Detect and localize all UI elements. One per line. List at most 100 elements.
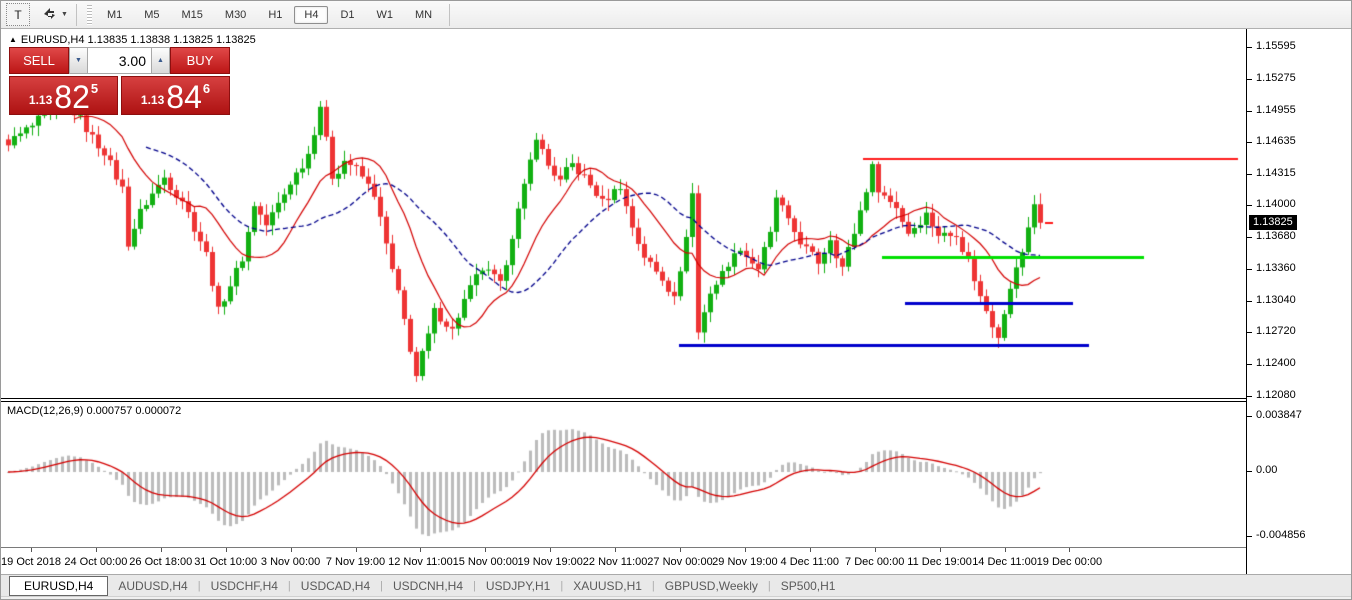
price-tick-label: 1.14635: [1256, 135, 1296, 148]
buy-price-main: 84: [166, 79, 202, 115]
time-label: 12 Nov 11:00: [388, 556, 453, 568]
time-label: 26 Oct 18:00: [129, 556, 193, 568]
time-axis[interactable]: 19 Oct 2018 24 Oct 00:00 26 Oct 18:00 31 Oc…: [1, 547, 1351, 575]
tab-sp500-h1[interactable]: SP500,H1: [771, 577, 846, 595]
timeframe-h4[interactable]: H4: [294, 5, 329, 24]
tab-usdcnh-h4[interactable]: USDCNH,H4: [383, 577, 473, 595]
macd-tick-label-tick: [1247, 471, 1252, 472]
time-label: 24 Oct 00:00: [64, 556, 128, 568]
time-tick: [1069, 548, 1071, 552]
price-tick-label-tick: [1247, 142, 1252, 144]
time-tick: [420, 548, 422, 552]
macd-tick-label: 0.00: [1256, 464, 1278, 476]
timeframe-m30[interactable]: M30: [215, 6, 256, 24]
time-label: 11 Dec 19:00: [907, 556, 972, 568]
time-label: 22 Nov 11:00: [582, 556, 648, 568]
time-label: 14 Dec 11:00: [972, 556, 1037, 568]
time-tick: [31, 548, 32, 552]
price-tick-label: 1.15595: [1256, 40, 1296, 52]
tab-usdchf-h4[interactable]: USDCHF,H4: [201, 577, 288, 595]
time-label: 19 Nov 19:00: [517, 556, 583, 568]
buy-price-pip: 6: [202, 81, 211, 96]
text-tool-button[interactable]: T: [6, 3, 30, 26]
time-tick: [225, 548, 227, 552]
tab-usdjpy-h1[interactable]: USDJPY,H1: [476, 577, 560, 595]
time-tick: [874, 548, 876, 552]
time-tick: [680, 548, 681, 552]
tab-xauusd-h1[interactable]: XAUUSD,H1: [563, 577, 652, 595]
price-tick-label: 1.12400: [1256, 357, 1296, 370]
time-tick: [290, 548, 292, 552]
status-bar: [1, 596, 1351, 599]
time-tick: [160, 548, 162, 552]
buy-price-prefix: 1.13: [140, 93, 165, 107]
tab-eurusd-h4[interactable]: EURUSD,H4: [9, 575, 109, 596]
tab-gbpusd-weekly[interactable]: GBPUSD,Weekly: [655, 577, 768, 595]
price-tick-label: 1.13360: [1256, 261, 1296, 274]
buy-button[interactable]: BUY: [170, 47, 230, 74]
price-tick-label: 1.14315: [1256, 167, 1296, 180]
volume-decrease-button[interactable]: ▼: [69, 47, 88, 74]
timeframe-w1[interactable]: W1: [367, 6, 404, 24]
current-price-badge: 1.13825: [1249, 214, 1297, 230]
time-label: 19 Oct 2018: [1, 556, 61, 568]
price-tick-label: 1.15275: [1256, 71, 1296, 84]
time-tick: [809, 548, 811, 552]
time-tick: [1004, 548, 1006, 552]
sell-price-box[interactable]: 1.13 82 5: [9, 76, 118, 115]
time-label: 19 Dec 00:00: [1036, 556, 1103, 568]
timeframe-m15[interactable]: M15: [172, 6, 213, 24]
price-tick-label-tick: [1247, 332, 1252, 334]
price-tick-label-tick: [1247, 395, 1252, 397]
time-label: 29 Nov 19:00: [712, 556, 778, 568]
mt4-window: T ▼ M1 M5 M15 M30 H1 H4 D1 W1 MN ▲ EURUSD,H4 1.13…: [0, 0, 1352, 600]
time-label: 3 Nov 00:00: [260, 556, 321, 568]
price-tick-label-tick: [1247, 268, 1252, 270]
macd-canvas[interactable]: [1, 402, 1246, 547]
buy-price-box[interactable]: 1.13 84 6: [121, 76, 230, 115]
arrows-tool-button[interactable]: ▼: [42, 4, 68, 25]
macd-tick-label: -0.004856: [1256, 529, 1306, 541]
spinner-down-icon: ▼: [75, 57, 82, 64]
time-label: 15 Nov 00:00: [452, 556, 519, 568]
volume-input[interactable]: [88, 47, 151, 74]
toolbar: T ▼ M1 M5 M15 M30 H1 H4 D1 W1 MN: [1, 1, 1351, 29]
chart-header: ▲ EURUSD,H4 1.13835 1.13838 1.13825 1.138…: [9, 34, 256, 46]
time-tick: [939, 548, 941, 552]
timeframe-d1[interactable]: D1: [330, 6, 364, 24]
macd-tick-label-tick: [1247, 536, 1252, 537]
timeframe-group: M1 M5 M15 M30 H1 H4 D1 W1 MN: [96, 1, 443, 29]
timeframe-m5[interactable]: M5: [134, 6, 169, 24]
time-label: 7 Dec 00:00: [845, 556, 905, 568]
macd-tick-label: 0.003847: [1256, 409, 1302, 421]
price-tick-label: 1.14000: [1256, 198, 1296, 211]
sell-price-pip: 5: [90, 81, 99, 96]
buy-button-label: BUY: [186, 53, 214, 68]
timeframe-h1[interactable]: H1: [258, 6, 292, 24]
timeframe-m1[interactable]: M1: [97, 6, 132, 24]
timeframe-mn[interactable]: MN: [405, 6, 442, 24]
text-tool-label: T: [14, 7, 22, 22]
one-click-trading-panel: SELL ▼ ▲ BUY 1.13825 1.13846: [9, 47, 230, 115]
price-tick-label-tick: [1247, 47, 1252, 48]
time-label: 7 Nov 19:00: [325, 556, 386, 568]
time-tick: [744, 548, 746, 552]
volume-increase-button[interactable]: ▲: [151, 47, 170, 74]
price-tick-label-tick: [1247, 364, 1252, 366]
price-tick-label: 1.12080: [1256, 388, 1296, 401]
price-scale[interactable]: 1.15595 1.15275 1.14955 1.14635 1.14315 1.140…: [1246, 29, 1351, 574]
collapse-arrow-icon[interactable]: ▲: [9, 35, 17, 44]
dropdown-caret-icon[interactable]: ▼: [61, 11, 68, 18]
tab-audusd-h4[interactable]: AUDUSD,H4: [108, 577, 197, 595]
sell-button[interactable]: SELL: [9, 47, 69, 74]
macd-indicator-pane[interactable]: [1, 401, 1246, 547]
time-tick: [95, 548, 97, 552]
time-label: 4 Dec 11:00: [780, 556, 840, 568]
price-tick-label: 1.12720: [1256, 325, 1296, 338]
price-tick-label-tick: [1247, 174, 1252, 176]
time-label: 27 Nov 00:00: [647, 556, 713, 568]
tab-usdcad-h4[interactable]: USDCAD,H4: [291, 577, 380, 595]
macd-tick-label-tick: [1247, 416, 1252, 417]
chart-ohlc-text: EURUSD,H4 1.13835 1.13838 1.13825 1.1382…: [20, 34, 256, 46]
arrows-icon: [42, 7, 57, 23]
